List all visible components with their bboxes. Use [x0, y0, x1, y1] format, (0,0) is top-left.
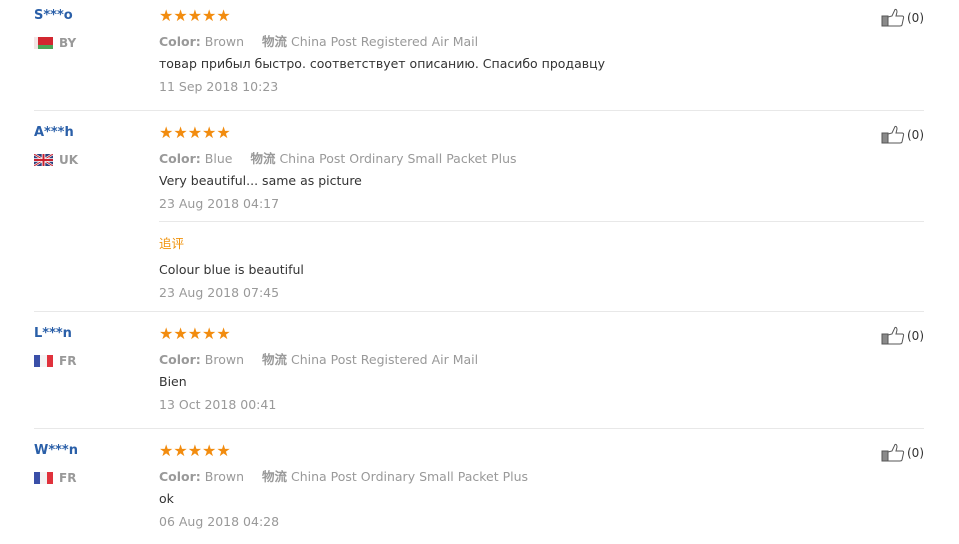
review-date: 06 Aug 2018 04:28 [159, 514, 280, 529]
review-text: товар прибыл быстро. соответствует описа… [159, 56, 606, 71]
review-text: ok [159, 491, 174, 506]
thumbs-up-icon [881, 443, 905, 462]
star-rating: ★★★★★ [159, 6, 231, 25]
additional-review-date: 23 Aug 2018 07:45 [159, 285, 280, 300]
review-text: Very beautiful... same as picture [159, 173, 362, 188]
reviewer-name: W***n [34, 443, 78, 458]
shipping-label: 物流 [262, 34, 288, 49]
divider [159, 221, 924, 222]
shipping-value: China Post Registered Air Mail [291, 352, 479, 367]
color-label: Color: [159, 34, 201, 49]
color-label: Color: [159, 469, 201, 484]
star-rating: ★★★★★ [159, 324, 231, 343]
thumbs-up-icon [881, 326, 905, 345]
shipping-value: China Post Ordinary Small Packet Plus [279, 151, 517, 166]
thumbs-up-icon [881, 125, 905, 144]
shipping-value: China Post Ordinary Small Packet Plus [291, 469, 529, 484]
country-code: FR [59, 471, 77, 485]
like-button[interactable]: (0) [881, 326, 924, 345]
reviewer-country: BY [34, 36, 76, 50]
divider [34, 110, 924, 111]
color-label: Color: [159, 352, 201, 367]
belarus-flag-icon [34, 37, 53, 49]
color-value: Blue [204, 151, 233, 166]
shipping-label: 物流 [262, 469, 288, 484]
review-text: Bien [159, 374, 187, 389]
like-button[interactable]: (0) [881, 443, 924, 462]
like-count: (0) [907, 10, 924, 25]
reviewer-country: UK [34, 153, 78, 167]
country-code: BY [59, 36, 77, 50]
color-value: Brown [204, 469, 245, 484]
country-code: UK [59, 153, 79, 167]
france-flag-icon [34, 355, 53, 367]
like-count: (0) [907, 328, 924, 343]
country-code: FR [59, 354, 77, 368]
like-button[interactable]: (0) [881, 125, 924, 144]
additional-review-title: 追评 [159, 236, 185, 251]
color-value: Brown [204, 352, 245, 367]
reviewer-name: S***o [34, 8, 73, 23]
reviewer-name: L***n [34, 326, 72, 341]
shipping-label: 物流 [250, 151, 276, 166]
reviewer-name: A***h [34, 125, 74, 140]
order-info: Color: Blue 物流 China Post Ordinary Small… [159, 148, 517, 167]
thumbs-up-icon [881, 8, 905, 27]
like-count: (0) [907, 127, 924, 142]
order-info: Color: Brown 物流 China Post Registered Ai… [159, 31, 478, 50]
review-date: 13 Oct 2018 00:41 [159, 397, 277, 412]
star-rating: ★★★★★ [159, 441, 231, 460]
color-label: Color: [159, 151, 201, 166]
france-flag-icon [34, 472, 53, 484]
shipping-value: China Post Registered Air Mail [291, 34, 479, 49]
divider [34, 428, 924, 429]
review-date: 11 Sep 2018 10:23 [159, 79, 279, 94]
additional-review-text: Colour blue is beautiful [159, 262, 304, 277]
like-count: (0) [907, 445, 924, 460]
uk-flag-icon [34, 154, 53, 166]
color-value: Brown [204, 34, 245, 49]
divider [34, 311, 924, 312]
review-date: 23 Aug 2018 04:17 [159, 196, 280, 211]
shipping-label: 物流 [262, 352, 288, 367]
order-info: Color: Brown 物流 China Post Ordinary Smal… [159, 466, 528, 485]
reviewer-country: FR [34, 354, 76, 368]
reviewer-country: FR [34, 471, 76, 485]
order-info: Color: Brown 物流 China Post Registered Ai… [159, 349, 478, 368]
like-button[interactable]: (0) [881, 8, 924, 27]
star-rating: ★★★★★ [159, 123, 231, 142]
